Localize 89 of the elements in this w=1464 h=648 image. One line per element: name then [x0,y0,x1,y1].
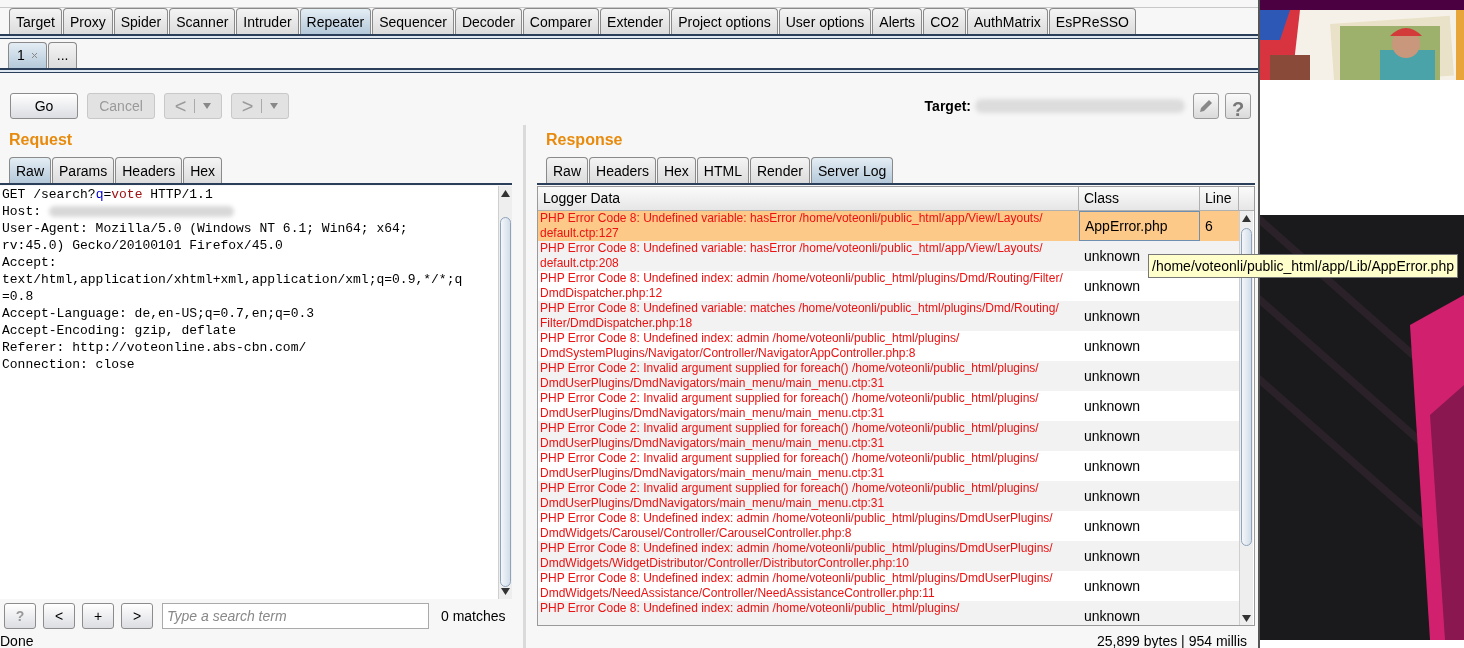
search-nav-button[interactable]: + [82,603,114,630]
class-cell-text: unknown [1083,276,1142,296]
tab[interactable]: Scanner [169,8,236,34]
target-label: Target: [924,96,971,116]
search-field[interactable]: Type a search term [162,603,429,630]
class-cell: AppError.php [1079,211,1200,241]
log-message: PHP Error Code 2: Invalid argument supplied for foreach() /home/voteonli/public_html/plugins/ DmdUserPlugins/DmdNavigators/main_menu/main_menu.ctp:31 [539,421,1040,451]
session-tab[interactable]: 1 [8,42,47,68]
class-cell-text: unknown [1083,546,1142,566]
log-message: PHP Error Code 2: Invalid argument supplied for foreach() /home/voteonli/public_html/plugins/ DmdUserPlugins/DmdNavigators/main_menu/main_menu.ctp:31 [539,481,1040,511]
log-message: PHP Error Code 8: Undefined variable: hasError /home/voteonli/public_html/app/View/Layouts/ default.ctp:208 [539,241,1044,271]
status-text: Done [0,634,35,648]
log-message: PHP Error Code 8: Undefined index: admin /home/voteonli/public_html/plugins/ [539,601,961,617]
tab[interactable]: Target [9,8,62,34]
caret-icon [203,103,212,109]
log-message: PHP Error Code 2: Invalid argument supplied for foreach() /home/voteonli/public_html/plugins/ DmdUserPlugins/DmdNavigators/main_menu/main_menu.ctp:31 [539,391,1040,421]
scroll-down-icon[interactable] [1242,615,1251,622]
scroll-thumb[interactable] [500,216,511,587]
tab[interactable]: Headers [589,157,656,183]
class-cell-text: unknown [1083,456,1142,476]
column-header[interactable]: Class [1079,187,1200,210]
tab[interactable]: Headers [115,157,183,183]
search-nav-button[interactable]: < [43,603,75,630]
tab[interactable]: Project options [671,8,778,34]
match-count: 0 matches [441,607,506,626]
class-cell-text: unknown [1083,426,1142,446]
close-icon[interactable] [30,52,38,59]
tab[interactable]: Hex [656,157,696,183]
class-cell-text: unknown [1083,576,1142,596]
pencil-icon [1198,98,1214,114]
help-button[interactable]: ? [1225,93,1251,119]
tab[interactable]: HTML [696,157,749,183]
tab[interactable]: CO2 [923,8,966,34]
request-heading: Request [8,132,74,148]
tab[interactable]: Decoder [454,8,522,34]
column-header[interactable]: Logger Data [538,187,1079,210]
log-row[interactable]: PHP Error Code 2: Invalid argument supplied for foreach() /home/voteonli/public_html/plugins/ DmdUserPlugins/DmdNavigators/main_menu/main_menu.ctp:31 unknown [538,361,1239,391]
log-message: PHP Error Code 8: Undefined index: admin /home/voteonli/public_html/plugins/DmdUserPlugins/ DmdWidgets/WidgetDistributor/Controller/DistributorController.php:10 [539,541,1054,571]
log-message: PHP Error Code 2: Invalid argument supplied for foreach() /home/voteonli/public_html/plugins/ DmdUserPlugins/DmdNavigators/main_menu/main_menu.ctp:31 [539,361,1040,391]
session-tab[interactable]: ... [47,42,78,68]
tab[interactable]: Hex [183,157,223,183]
class-cell-text: unknown [1083,396,1142,416]
tab[interactable]: Alerts [872,8,923,34]
log-row[interactable]: PHP Error Code 2: Invalid argument supplied for foreach() /home/voteonli/public_html/plugins/ DmdUserPlugins/DmdNavigators/main_menu/main_menu.ctp:31 unknown [538,481,1239,511]
column-header[interactable]: Line [1200,187,1239,210]
class-cell-text: unknown [1083,606,1142,625]
search-nav-button[interactable]: > [121,603,153,630]
toolbar-button[interactable]: Go [10,93,78,119]
class-cell-text: unknown [1083,486,1142,506]
class-cell-text: unknown [1083,516,1142,536]
class-cell-text: unknown [1083,366,1142,386]
log-row[interactable]: PHP Error Code 8: Undefined variable: hasError /home/voteonli/public_html/app/View/Layouts/ default.ctp:127 AppError.php 6 [538,211,1239,241]
caret-icon [270,103,279,109]
log-row[interactable]: PHP Error Code 2: Invalid argument supplied for foreach() /home/voteonli/public_html/plugins/ DmdUserPlugins/DmdNavigators/main_menu/main_menu.ctp:31 unknown [538,421,1239,451]
log-message: PHP Error Code 2: Invalid argument supplied for foreach() /home/voteonli/public_html/plugins/ DmdUserPlugins/DmdNavigators/main_menu/main_menu.ctp:31 [539,451,1040,481]
scroll-up-icon[interactable] [501,189,510,197]
log-row[interactable]: PHP Error Code 8: Undefined index: admin /home/voteonli/public_html/plugins/DmdUserPlugins/ DmdWidgets/WidgetDistributor/Controller/DistributorController.php:10 unknown [538,541,1239,571]
tab[interactable]: Render [749,157,810,183]
tab[interactable]: Extender [600,8,671,34]
class-cell-text: unknown [1083,336,1142,356]
tab[interactable]: Server Log [810,157,894,183]
class-cell-text: unknown [1083,306,1142,326]
scrollbar[interactable] [498,185,512,599]
tab[interactable]: EsPReSSO [1048,8,1136,34]
scroll-up-icon[interactable] [1242,215,1251,222]
tab[interactable]: Params [52,157,115,183]
log-row[interactable]: PHP Error Code 8: Undefined index: admin /home/voteonli/public_html/plugins/ unknown [538,601,1239,625]
edit-target-button[interactable] [1193,93,1219,119]
response-stats: 25,899 bytes | 954 millis [1097,634,1247,648]
log-row[interactable]: PHP Error Code 8: Undefined variable: matches /home/voteonli/public_html/plugins/Dmd/Routing/ Filter/DmdDispatcher.php:18 unknown [538,301,1239,331]
tooltip: /home/voteonli/public_html/app/Lib/AppError.php [1148,254,1458,278]
log-message: PHP Error Code 8: Undefined index: admin /home/voteonli/public_html/plugins/ DmdSystemPlugins/Navigator/Controller/NavigatorAppController.php:8 [539,331,961,361]
log-message: PHP Error Code 8: Undefined index: admin /home/voteonli/public_html/plugins/Dmd/Routing/Filter/ DmdDispatcher.php:12 [539,271,1064,301]
tab[interactable]: Spider [113,8,169,34]
tab[interactable]: Proxy [62,8,113,34]
tab[interactable]: User options [778,8,872,34]
tab[interactable]: AuthMatrix [966,8,1048,34]
line-cell-text: 6 [1204,216,1214,236]
tab[interactable]: Raw [546,157,588,183]
response-heading: Response [545,132,624,148]
log-message: PHP Error Code 8: Undefined index: admin /home/voteonli/public_html/plugins/DmdUserPlugins/ DmdWidgets/Carousel/Controller/CarouselController.php:8 [539,511,1054,541]
tab[interactable]: Repeater [299,8,372,34]
tab[interactable]: Comparer [522,8,600,34]
tab[interactable]: Raw [9,157,51,183]
log-message: PHP Error Code 8: Undefined variable: matches /home/voteonli/public_html/plugins/Dmd/Routing/ Filter/DmdDispatcher.php:18 [539,301,1060,331]
log-message: PHP Error Code 8: Undefined variable: hasError /home/voteonli/public_html/app/View/Layouts/ default.ctp:127 [539,211,1044,241]
tab[interactable]: Intruder [236,8,299,34]
log-message: PHP Error Code 8: Undefined index: admin /home/voteonli/public_html/plugins/DmdUserPlugins/ DmdWidgets/NeedAssistance/Controller/NeedAssistanceController.php:11 [539,571,1054,601]
tab[interactable]: Sequencer [372,8,454,34]
